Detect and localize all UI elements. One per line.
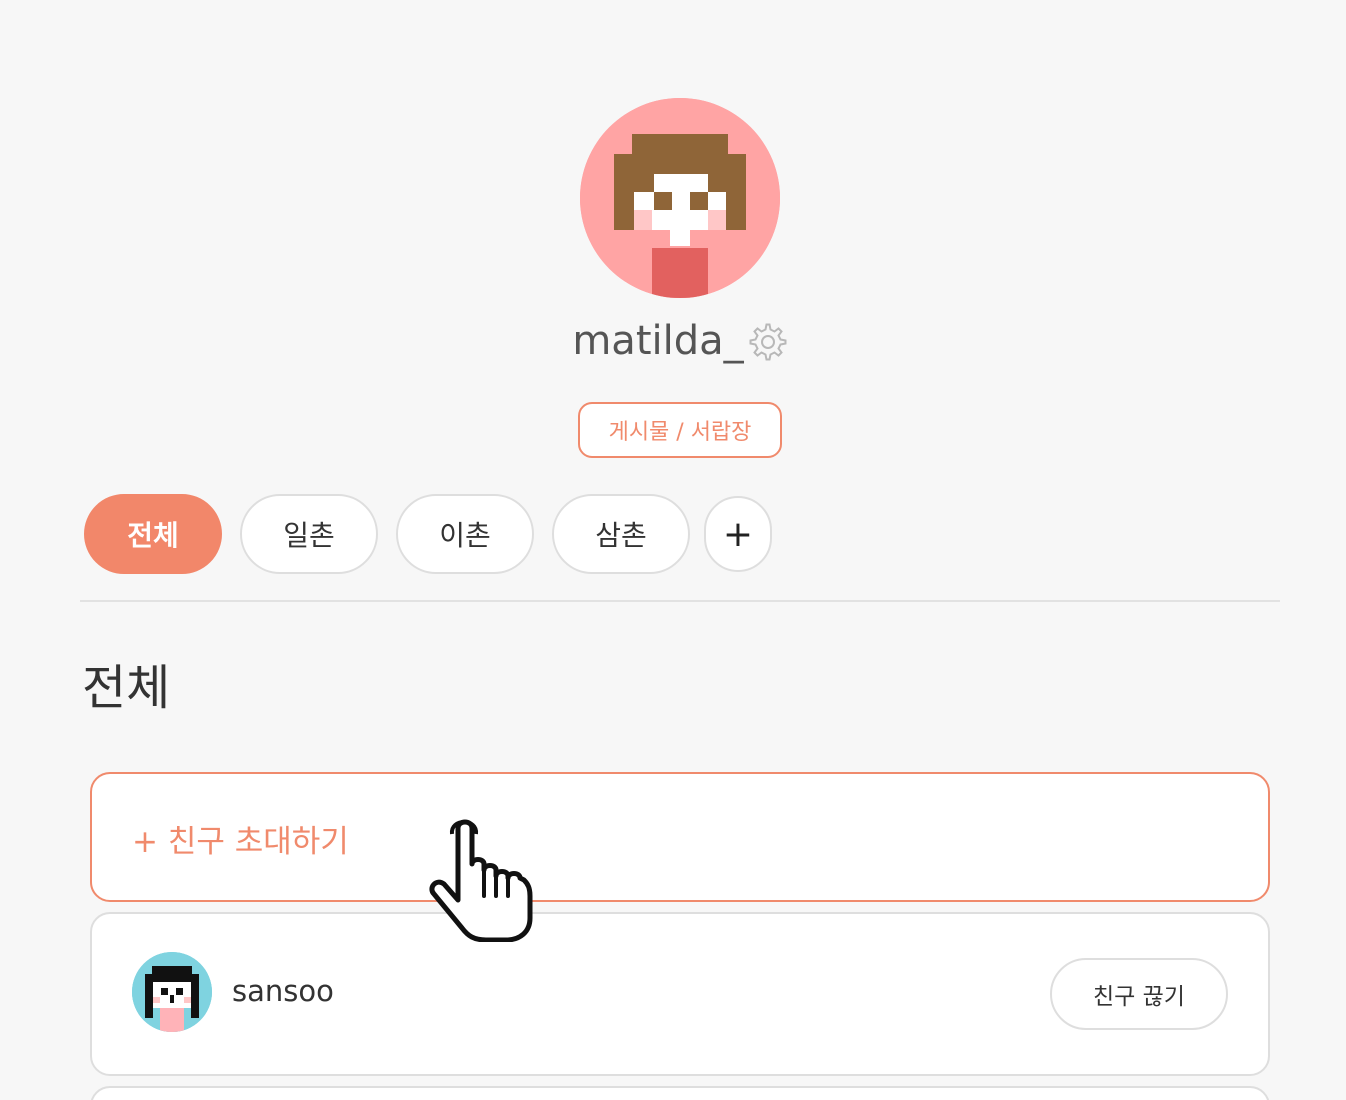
section-title: 전체 bbox=[82, 660, 171, 716]
list-item: sansoo 친구 끊기 bbox=[90, 912, 1270, 1076]
gear-icon[interactable] bbox=[748, 322, 788, 362]
username: matilda_ bbox=[572, 318, 744, 364]
unfriend-button[interactable]: 친구 끊기 bbox=[1050, 958, 1228, 1030]
divider bbox=[80, 600, 1280, 602]
pixel-avatar-icon bbox=[580, 98, 780, 298]
avatar[interactable] bbox=[132, 952, 212, 1032]
friend-name: sansoo bbox=[232, 974, 334, 1008]
username-row: matilda_ bbox=[0, 318, 1346, 364]
invite-friend-button[interactable]: + 친구 초대하기 bbox=[90, 772, 1270, 902]
friends-page: matilda_ 게시물 / 서랍장 전체 일촌 이촌 삼촌 + 전체 + 친구… bbox=[0, 0, 1346, 1100]
tab-ichon[interactable]: 이촌 bbox=[396, 494, 534, 574]
tab-all[interactable]: 전체 bbox=[84, 494, 222, 574]
profile-avatar bbox=[580, 98, 780, 298]
invite-friend-label: + 친구 초대하기 bbox=[132, 824, 349, 860]
add-tab-button[interactable]: + bbox=[704, 496, 772, 572]
posts-drawer-button[interactable]: 게시물 / 서랍장 bbox=[578, 402, 782, 458]
tab-ilchon[interactable]: 일촌 bbox=[240, 494, 378, 574]
list-item bbox=[90, 1086, 1270, 1100]
plus-icon: + bbox=[722, 513, 754, 555]
tab-samchon[interactable]: 삼촌 bbox=[552, 494, 690, 574]
pixel-avatar-icon bbox=[132, 952, 212, 1032]
relation-tabs: 전체 일촌 이촌 삼촌 + bbox=[84, 494, 772, 574]
